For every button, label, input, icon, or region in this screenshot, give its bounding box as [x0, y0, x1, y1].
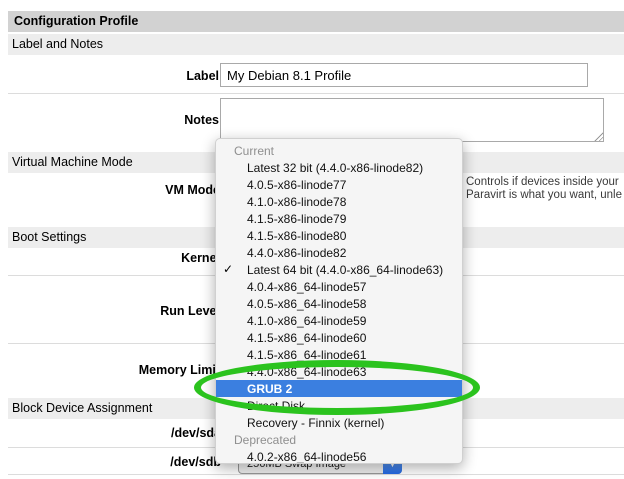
kernel-menu-item[interactable]: 4.1.5-x86-linode80 [216, 227, 462, 244]
section-label-and-notes: Label and Notes [8, 34, 624, 55]
kernel-menu-item[interactable]: 4.4.0-x86-linode82 [216, 244, 462, 261]
kernel-menu-item[interactable]: 4.1.0-x86_64-linode59 [216, 312, 462, 329]
kernel-menu-item[interactable]: Latest 32 bit (4.4.0-x86-linode82) [216, 159, 462, 176]
kernel-menu-group-header: Deprecated [216, 431, 462, 448]
notes-field-label: Notes [8, 113, 219, 127]
kernel-menu-item[interactable]: 4.0.5-x86_64-linode58 [216, 295, 462, 312]
kernel-menu-item[interactable]: 4.1.0-x86-linode78 [216, 193, 462, 210]
kernel-menu-item[interactable]: 4.0.4-x86_64-linode57 [216, 278, 462, 295]
dev-sdb-label: /dev/sdb [8, 455, 221, 469]
kernel-dropdown-menu: CurrentLatest 32 bit (4.4.0-x86-linode82… [215, 138, 463, 464]
kernel-menu-item[interactable]: 4.0.5-x86-linode77 [216, 176, 462, 193]
annotation-ellipse [194, 360, 480, 415]
kernel-menu-item[interactable]: Recovery - Finnix (kernel) [216, 414, 462, 431]
kernel-menu-item[interactable]: 4.0.2-x86_64-linode56 [216, 448, 462, 464]
run-level-label: Run Level [8, 304, 220, 318]
kernel-menu-item[interactable]: 4.1.5-x86-linode79 [216, 210, 462, 227]
divider [8, 474, 624, 475]
vm-mode-label: VM Mode [8, 183, 220, 197]
memory-limit-label: Memory Limit [8, 363, 220, 377]
kernel-menu-group-header: Current [216, 142, 462, 159]
checkmark-icon: ✓ [223, 261, 233, 278]
label-input[interactable] [220, 63, 588, 87]
kernel-label: Kernel [8, 251, 220, 265]
dev-sda-label: /dev/sda [8, 426, 221, 440]
notes-textarea[interactable] [220, 98, 604, 142]
kernel-menu-item[interactable]: ✓Latest 64 bit (4.4.0-x86_64-linode63) [216, 261, 462, 278]
configuration-profile-page: Configuration Profile Label and Notes La… [0, 0, 624, 479]
vm-mode-help-line2: Paravirt is what you want, unle [466, 189, 622, 201]
divider [8, 93, 624, 94]
vm-mode-help-line1: Controls if devices inside your [466, 176, 619, 188]
page-title: Configuration Profile [8, 11, 624, 32]
label-field-label: Label [8, 69, 219, 83]
kernel-menu-item[interactable]: 4.1.5-x86_64-linode60 [216, 329, 462, 346]
